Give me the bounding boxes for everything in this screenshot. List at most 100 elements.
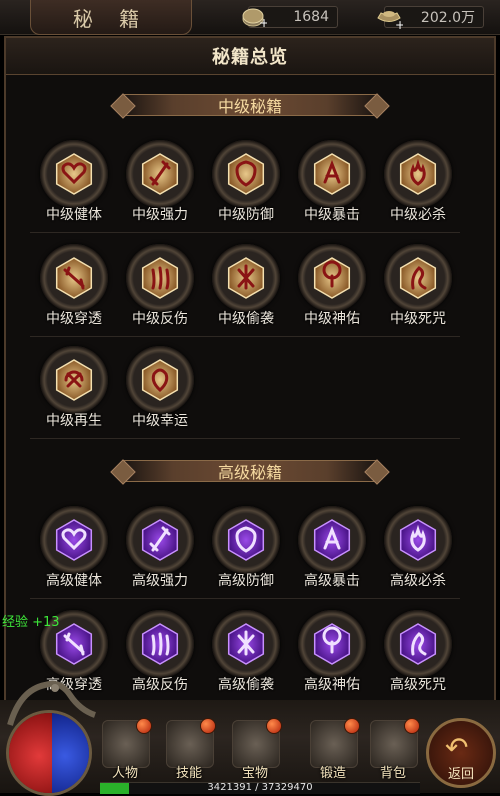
skill-slot[interactable]: 中级强力	[117, 140, 203, 236]
skill-slot[interactable]: 高级防御	[203, 506, 289, 602]
top-bar: 秘 籍 + 1684 + 202.0万	[0, 0, 500, 35]
skill-slot[interactable]: 中级防御	[203, 140, 289, 236]
page-title-tab: 秘 籍	[30, 0, 192, 35]
strike-icon	[227, 257, 265, 299]
hp-mp-orb	[6, 710, 92, 796]
notification-dot-icon	[200, 718, 216, 734]
notification-dot-icon	[136, 718, 152, 734]
skill-label: 中级偷袭	[218, 311, 274, 327]
section-title: 中级秘籍	[217, 97, 282, 116]
menu-button-label: 技能	[175, 766, 202, 781]
skill-label: 高级强力	[132, 573, 188, 589]
skill-label: 中级神佑	[304, 311, 360, 327]
skill-slot[interactable]: 中级再生	[31, 346, 117, 442]
regen-icon	[55, 359, 93, 401]
skill-label: 高级神佑	[304, 677, 360, 693]
skill-slot[interactable]: 中级死咒	[375, 244, 461, 340]
halo-icon	[313, 257, 351, 299]
skill-label: 中级健体	[46, 207, 102, 223]
skill-slot[interactable]: 高级神佑	[289, 610, 375, 706]
claw-icon	[141, 257, 179, 299]
shield-icon	[227, 153, 265, 195]
section-title: 高级秘籍	[217, 463, 282, 482]
sword-icon	[141, 153, 179, 195]
flame-icon	[399, 153, 437, 195]
flame-icon	[399, 519, 437, 561]
skill-slot[interactable]: 高级暴击	[289, 506, 375, 602]
skill-slot[interactable]: 中级反伤	[117, 244, 203, 340]
halo-icon	[313, 623, 351, 665]
skill-label: 中级再生	[46, 413, 102, 429]
skill-slot[interactable]: 高级强力	[117, 506, 203, 602]
menu-button[interactable]: 人物	[94, 716, 156, 788]
skill-label: 中级幸运	[132, 413, 188, 429]
menu-button[interactable]: 背包	[362, 716, 424, 788]
skill-slot[interactable]: 高级死咒	[375, 610, 461, 706]
skill-label: 中级死咒	[390, 311, 446, 327]
skill-slot[interactable]: 中级穿透	[31, 244, 117, 340]
menu-button[interactable]: 宝物	[224, 716, 286, 788]
crit-icon	[313, 153, 351, 195]
shield-icon	[227, 519, 265, 561]
pierce-icon	[55, 257, 93, 299]
strike-icon	[227, 623, 265, 665]
svg-text:+: +	[259, 16, 267, 30]
skill-slot[interactable]: 中级幸运	[117, 346, 203, 442]
skill-label: 高级反伤	[132, 677, 188, 693]
menu-button[interactable]: 技能	[158, 716, 220, 788]
notification-dot-icon	[266, 718, 282, 734]
skill-label: 中级强力	[132, 207, 188, 223]
mp-orb-half	[52, 713, 89, 793]
panel-header: 秘籍总览	[6, 38, 494, 75]
claw-icon	[141, 623, 179, 665]
heart-icon	[55, 519, 93, 561]
return-button-label: 返回	[447, 767, 474, 782]
skill-slot[interactable]: 中级神佑	[289, 244, 375, 340]
crit-icon	[313, 519, 351, 561]
ingot-icon: +	[377, 11, 403, 31]
return-button[interactable]: ↶ 返回	[426, 718, 496, 788]
gold-counter[interactable]: + 1684	[242, 6, 338, 30]
exp-gain-text: 经验 +13	[2, 615, 60, 630]
skill-slot[interactable]: 中级偷袭	[203, 244, 289, 340]
skill-label: 高级死咒	[390, 677, 446, 693]
panel-title: 秘籍总览	[212, 47, 288, 68]
skill-label: 中级穿透	[46, 311, 102, 327]
hp-orb-half	[9, 713, 52, 793]
skill-slot[interactable]: 高级反伤	[117, 610, 203, 706]
menu-button[interactable]: 锻造	[302, 716, 364, 788]
notification-dot-icon	[344, 718, 360, 734]
skill-slot[interactable]: 中级必杀	[375, 140, 461, 236]
experience-text: 3421391 / 37329470	[207, 782, 313, 793]
svg-text:+: +	[395, 18, 403, 31]
luck-icon	[141, 359, 179, 401]
skill-slot[interactable]: 中级暴击	[289, 140, 375, 236]
curse-icon	[399, 257, 437, 299]
skill-slot[interactable]: 高级偷袭	[203, 610, 289, 706]
sword-icon	[141, 519, 179, 561]
heart-icon	[55, 153, 93, 195]
skill-label: 高级防御	[218, 573, 274, 589]
gold-amount: 1684	[293, 9, 329, 25]
yuanbao-amount: 202.0万	[420, 10, 475, 26]
yuanbao-counter[interactable]: + 202.0万	[377, 6, 484, 31]
section-banner-advanced: 高级秘籍	[110, 458, 390, 485]
skill-label: 高级暴击	[304, 573, 360, 589]
coin-icon: +	[242, 8, 267, 30]
menu-button-label: 锻造	[319, 766, 346, 781]
skill-label: 中级反伤	[132, 311, 188, 327]
skill-label: 高级健体	[46, 573, 102, 589]
experience-bar: 3421391 / 37329470	[100, 782, 420, 794]
page-title: 秘 籍	[72, 6, 150, 31]
skill-label: 中级必杀	[390, 207, 446, 223]
skill-slot[interactable]: 高级必杀	[375, 506, 461, 602]
menu-button-label: 宝物	[241, 766, 268, 781]
section-banner-intermediate: 中级秘籍	[110, 92, 390, 119]
curse-icon	[399, 623, 437, 665]
skill-label: 高级偷袭	[218, 677, 274, 693]
return-arrow-icon: ↶	[445, 731, 469, 764]
skill-slot[interactable]: 高级健体	[31, 506, 117, 602]
skill-slot[interactable]: 中级健体	[31, 140, 117, 236]
skill-label: 中级防御	[218, 207, 274, 223]
notification-dot-icon	[404, 718, 420, 734]
